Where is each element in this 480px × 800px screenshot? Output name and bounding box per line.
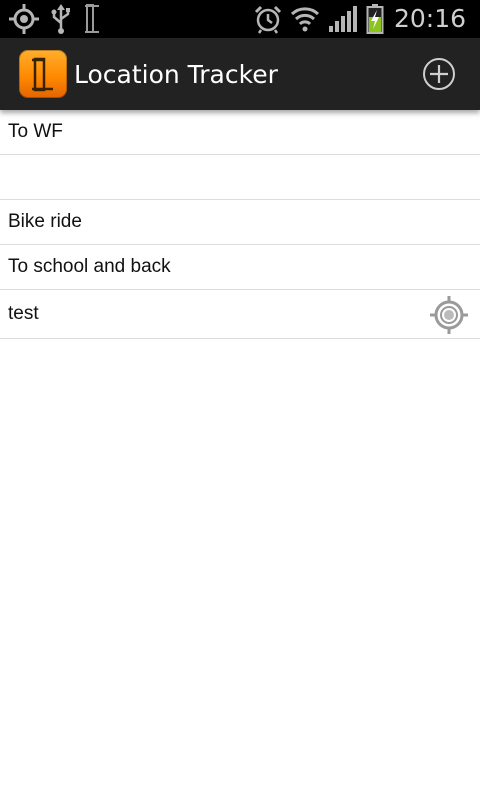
signal-icon (328, 6, 357, 32)
alarm-icon (254, 5, 282, 34)
gps-icon (9, 4, 39, 34)
add-circle-icon[interactable] (422, 57, 456, 91)
track-list: To WF Bike ride To school and back test (0, 110, 480, 339)
battery-charging-icon (366, 4, 384, 34)
list-item-label: Bike ride (8, 211, 82, 232)
notification-icons (0, 0, 102, 38)
list-item[interactable]: To school and back (0, 245, 480, 290)
wifi-icon (290, 7, 319, 32)
usb-icon (51, 4, 70, 34)
app-title: Location Tracker (74, 59, 278, 89)
locate-target-icon[interactable] (429, 295, 469, 335)
list-item[interactable] (0, 155, 480, 200)
list-item[interactable]: test (0, 290, 480, 339)
app-logo-icon[interactable] (19, 50, 67, 98)
status-clock: 20:16 (393, 4, 466, 33)
action-bar: Location Tracker (0, 38, 480, 110)
app-notification-icon (85, 4, 99, 33)
system-icons: 20:16 (254, 0, 480, 38)
list-item-label: test (8, 303, 39, 324)
list-item[interactable]: Bike ride (0, 200, 480, 245)
list-item-label: To WF (8, 121, 63, 142)
list-item-label: To school and back (8, 256, 171, 277)
status-bar: 20:16 (0, 0, 480, 38)
list-item[interactable]: To WF (0, 110, 480, 155)
